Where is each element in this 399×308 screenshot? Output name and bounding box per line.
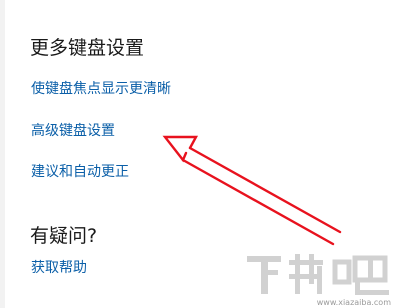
panel-left-edge [0,0,5,308]
link-advanced-keyboard-settings[interactable]: 高级键盘设置 [31,120,115,140]
link-keyboard-focus-clearer[interactable]: 使键盘焦点显示更清晰 [31,78,171,98]
section-title-more-keyboard-settings: 更多键盘设置 [30,37,145,59]
link-get-help[interactable]: 获取帮助 [31,257,87,277]
watermark-url: www.xiazaiba.com [316,298,391,307]
watermark-logo [247,254,389,295]
link-suggestions-autocorrect[interactable]: 建议和自动更正 [31,161,129,181]
section-title-have-question: 有疑问? [30,225,98,247]
settings-panel: 更多键盘设置 使键盘焦点显示更清晰 高级键盘设置 建议和自动更正 有疑问? 获取… [0,0,399,308]
